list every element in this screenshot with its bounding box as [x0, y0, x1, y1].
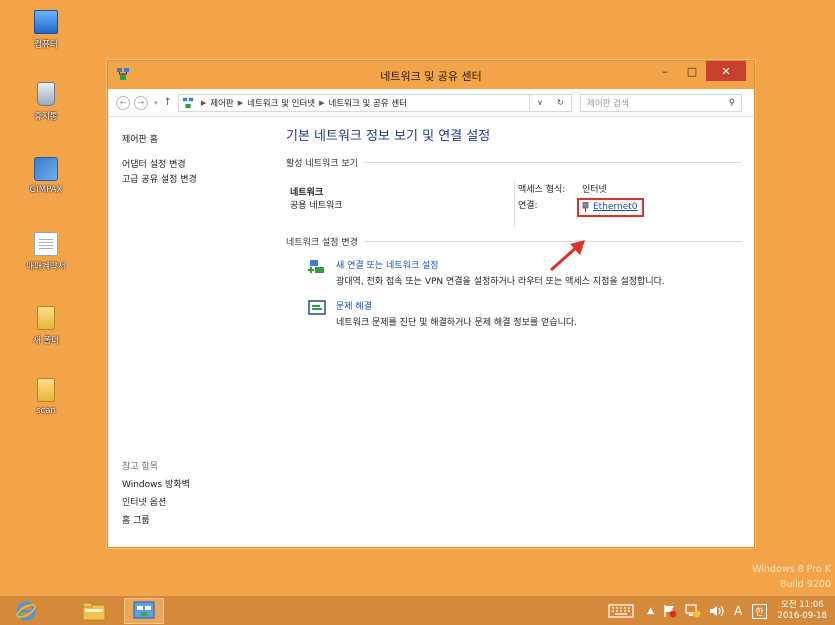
internet-explorer-taskbar-button[interactable]	[6, 598, 46, 624]
breadcrumb-item[interactable]: 제어판	[210, 97, 233, 109]
network-name: 네트워크	[290, 188, 324, 198]
desktop-icon-label: 컴퓨터	[34, 40, 58, 50]
desktop-icon-computer[interactable]: 컴퓨터	[22, 10, 70, 50]
desktop-icon-label: 새 폴더	[32, 336, 60, 346]
main-content: 기본 네트워크 정보 보기 및 연결 설정 활성 네트워크 보기 네트워크 공용…	[286, 118, 754, 547]
troubleshoot-icon	[308, 300, 326, 315]
file-explorer-taskbar-button[interactable]	[74, 598, 114, 624]
network-sharing-center-window: 네트워크 및 공유 센터 – □ ✕ ← → ▾ ↑ ▶ 제어판 ▶ 네트워크 …	[107, 60, 755, 548]
troubleshoot-link[interactable]: 문제 해결	[336, 299, 577, 312]
chevron-right-icon: ▶	[319, 98, 325, 107]
network-properties: 액세스 형식: 인터넷 연결: Ethernet0	[518, 183, 644, 217]
ethernet0-label: Ethernet0	[593, 202, 638, 212]
recent-locations-dropdown[interactable]: ▾	[154, 99, 158, 107]
back-button[interactable]: ←	[116, 95, 130, 110]
desktop-icon-label: 휴지통	[34, 112, 58, 122]
access-type-value: 인터넷	[582, 185, 607, 195]
network-status-icon[interactable]	[685, 604, 701, 618]
ethernet-icon	[582, 202, 589, 212]
history-dropdown[interactable]: ∨	[537, 98, 543, 107]
address-bar: ← → ▾ ↑ ▶ 제어판 ▶ 네트워크 및 인터넷 ▶ 네트워크 및 공유 센…	[108, 89, 754, 117]
active-network-panel: 네트워크 공용 네트워크 액세스 형식: 인터넷 연결: Ethernet0	[286, 181, 754, 272]
see-also-section: 참고 항목 Windows 방화벽 인터넷 옵션 홈 그룹	[122, 458, 190, 530]
folder-icon	[37, 378, 55, 402]
desktop-icon-scan[interactable]: scan	[22, 378, 70, 416]
desktop-icon-new-folder[interactable]: 새 폴더	[22, 306, 70, 346]
internet-explorer-icon	[16, 601, 36, 621]
system-tray: ▲ A 한 오전 11:06 2016-09-18	[608, 596, 835, 625]
divider	[363, 162, 742, 163]
title-bar[interactable]: 네트워크 및 공유 센터 – □ ✕	[108, 61, 754, 89]
section-title: 활성 네트워크 보기	[286, 159, 358, 169]
up-button[interactable]: ↑	[164, 97, 172, 108]
network-type-link[interactable]: 공용 네트워크	[290, 198, 343, 211]
refresh-button[interactable]: ↻	[557, 98, 564, 107]
touch-keyboard-icon[interactable]	[608, 604, 634, 618]
internet-options-link[interactable]: 인터넷 옵션	[122, 494, 190, 512]
action-center-flag-icon[interactable]	[663, 604, 677, 618]
watermark-edition: Windows 8 Pro K	[752, 564, 831, 575]
control-panel-taskbar-button[interactable]	[124, 598, 164, 624]
control-panel-home-link[interactable]: 제어판 홈	[122, 132, 268, 145]
volume-icon[interactable]	[709, 604, 725, 618]
minimize-button[interactable]: –	[652, 61, 678, 81]
chevron-right-icon: ▶	[200, 98, 207, 107]
desktop-icon-label: scan	[36, 406, 56, 416]
ime-language-indicator[interactable]: 한	[752, 603, 767, 619]
recycle-bin-icon	[37, 82, 55, 106]
clock-date: 2016-09-18	[777, 611, 827, 621]
connection-label: 연결:	[518, 201, 538, 211]
change-adapter-settings-link[interactable]: 어댑터 설정 변경	[122, 158, 268, 173]
clock[interactable]: 오전 11:06 2016-09-18	[778, 600, 827, 622]
control-panel-icon	[133, 601, 155, 619]
folder-icon	[37, 306, 55, 330]
ime-mode-indicator[interactable]: A	[734, 604, 742, 618]
section-title: 네트워크 설정 변경	[286, 238, 358, 248]
close-button[interactable]: ✕	[706, 61, 746, 81]
chevron-right-icon: ▶	[237, 98, 244, 107]
troubleshoot-description: 네트워크 문제를 진단 및 해결하거나 문제 해결 정보를 얻습니다.	[336, 318, 578, 328]
see-also-header: 참고 항목	[122, 462, 158, 472]
control-panel-icon	[182, 97, 194, 108]
advanced-sharing-settings-link[interactable]: 고급 공유 설정 변경	[122, 173, 268, 188]
active-networks-section-header: 활성 네트워크 보기	[286, 156, 754, 169]
ethernet0-link[interactable]: Ethernet0	[577, 198, 644, 217]
gimpax-app-icon	[34, 157, 58, 181]
address-actions: ∨ ↻	[529, 93, 572, 112]
document-icon	[34, 232, 58, 256]
windows-firewall-link[interactable]: Windows 방화벽	[122, 476, 190, 494]
windows-watermark: Windows 8 Pro K Build 9200	[752, 562, 831, 592]
desktop-icon-label: GIMPAX	[29, 185, 63, 195]
desktop-icon-label: 매매계약서	[26, 262, 66, 272]
breadcrumb-item[interactable]: 네트워크 및 인터넷	[247, 97, 315, 109]
red-annotation-arrow-icon	[550, 240, 585, 272]
watermark-build: Build 9200	[779, 579, 831, 590]
maximize-button[interactable]: □	[679, 61, 705, 81]
desktop-icon-gimpax[interactable]: GIMPAX	[22, 157, 70, 195]
new-connection-icon	[308, 260, 324, 273]
computer-icon	[34, 10, 58, 34]
breadcrumb[interactable]: ▶ 제어판 ▶ 네트워크 및 인터넷 ▶ 네트워크 및 공유 센터	[177, 93, 530, 112]
clock-time: 오전 11:06	[780, 600, 824, 610]
file-explorer-icon	[82, 602, 106, 621]
search-input[interactable]: 제어판 검색 ⚲	[580, 94, 742, 112]
new-connection-item: 새 연결 또는 네트워크 설정 광대역, 전화 접속 또는 VPN 연결을 설정…	[308, 258, 754, 287]
new-connection-description: 광대역, 전화 접속 또는 VPN 연결을 설정하거나 라우터 또는 액세스 지…	[336, 277, 665, 287]
page-title: 기본 네트워크 정보 보기 및 연결 설정	[286, 129, 491, 144]
troubleshoot-item: 문제 해결 네트워크 문제를 진단 및 해결하거나 문제 해결 정보를 얻습니다…	[308, 299, 754, 328]
new-connection-link[interactable]: 새 연결 또는 네트워크 설정	[336, 258, 665, 271]
forward-button[interactable]: →	[134, 95, 148, 110]
divider	[514, 181, 515, 227]
access-type-label: 액세스 형식:	[518, 185, 566, 195]
search-icon: ⚲	[728, 98, 735, 108]
homegroup-link[interactable]: 홈 그룹	[122, 512, 190, 530]
breadcrumb-item[interactable]: 네트워크 및 공유 센터	[329, 97, 408, 109]
taskbar: ▲ A 한 오전 11:06 2016-09-18	[0, 595, 835, 625]
desktop-icon-recycle-bin[interactable]: 휴지통	[22, 82, 70, 122]
desktop-icon-document[interactable]: 매매계약서	[22, 232, 70, 272]
show-hidden-icons-button[interactable]: ▲	[647, 606, 654, 616]
search-placeholder: 제어판 검색	[587, 99, 629, 109]
change-settings-section-header: 네트워크 설정 변경	[286, 235, 754, 248]
